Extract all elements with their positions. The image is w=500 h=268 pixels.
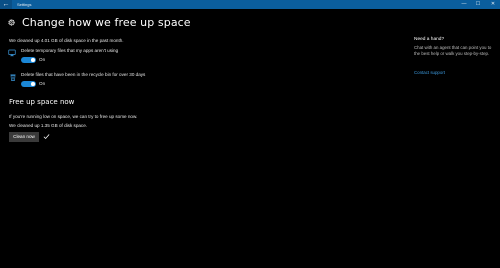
temp-files-toggle-state: On <box>39 57 46 62</box>
free-up-section-title: Free up space now <box>9 98 75 106</box>
space-summary: We cleaned up 4.01 GB of disk space in t… <box>9 38 124 43</box>
recycle-bin-toggle[interactable] <box>21 81 36 87</box>
settings-content: Change how we free up space We cleaned u… <box>0 9 500 268</box>
help-title: Need a hand? <box>414 37 445 42</box>
recycle-bin-icon <box>10 74 16 81</box>
gear-icon <box>8 19 15 26</box>
contact-support-link[interactable]: Contact support <box>414 70 445 76</box>
checkmark-icon <box>43 134 50 140</box>
toggle-knob <box>31 82 35 86</box>
page-title: Change how we free up space <box>22 16 191 29</box>
close-button[interactable]: ✕ <box>486 0 500 9</box>
recycle-bin-option-label: Delete files that have been in the recyc… <box>21 72 146 77</box>
monitor-icon <box>8 49 16 57</box>
free-up-result: We cleaned up 1.35 GB of disk space. <box>9 123 88 128</box>
title-bar: ← Settings — ☐ ✕ <box>0 0 500 9</box>
temp-files-toggle[interactable] <box>21 57 36 63</box>
minimize-button[interactable]: — <box>457 0 471 9</box>
window-title: Settings <box>17 2 32 7</box>
help-text: Chat with an agent that can point you to… <box>414 45 492 57</box>
free-up-description: If you're running low on space, we can t… <box>9 114 138 119</box>
toggle-knob <box>31 58 35 62</box>
temp-files-option-label: Delete temporary files that my apps aren… <box>21 48 119 53</box>
clean-now-button[interactable]: Clean now <box>9 132 39 142</box>
maximize-button[interactable]: ☐ <box>471 0 485 9</box>
back-button[interactable]: ← <box>0 0 12 9</box>
recycle-bin-toggle-state: On <box>39 81 46 86</box>
